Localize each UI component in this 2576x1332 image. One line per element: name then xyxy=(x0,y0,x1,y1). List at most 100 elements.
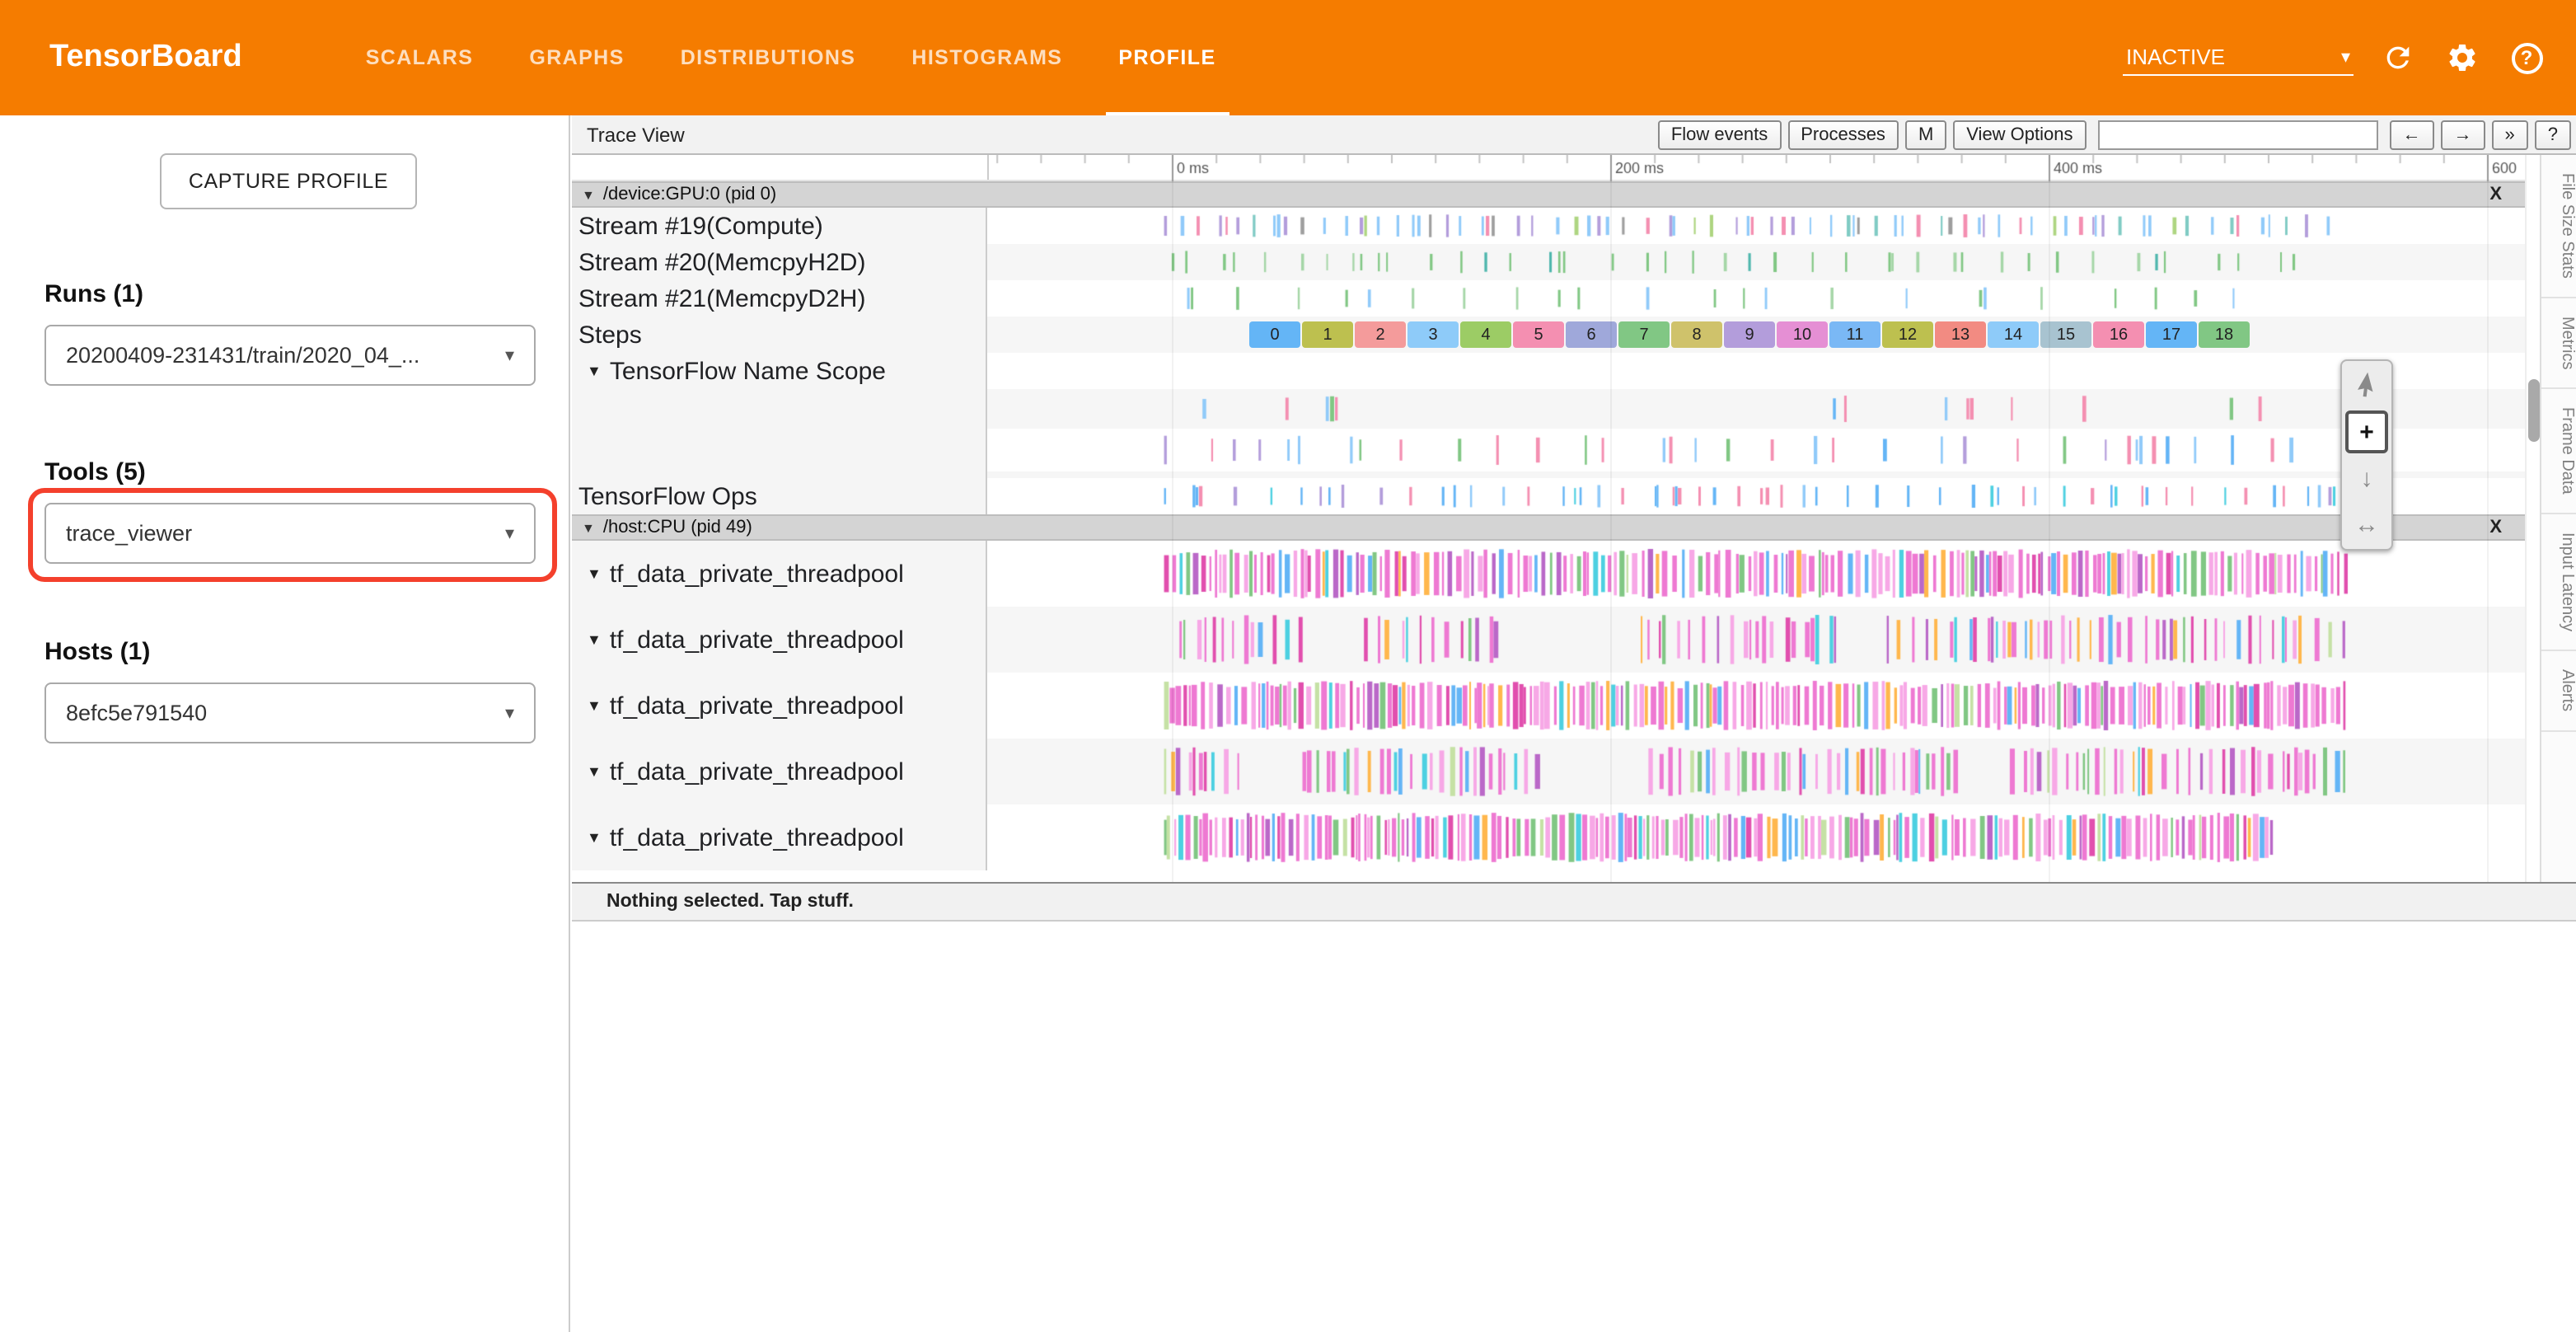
arrow-left-button[interactable]: ← xyxy=(2390,120,2434,149)
strip-tab-metrics[interactable]: Metrics xyxy=(2541,298,2576,389)
trace-marks-canvas[interactable] xyxy=(987,208,2525,244)
row-label[interactable]: Stream #20(MemcpyH2D) xyxy=(575,248,865,276)
cpu-row: ▼ tf_data_private_threadpool xyxy=(572,673,2525,739)
row-label-gutter: ▼ TensorFlow Name Scope xyxy=(572,353,987,389)
step-block[interactable]: 11 xyxy=(1829,321,1880,348)
trace-marks-canvas[interactable] xyxy=(987,673,2525,739)
timeline-ruler-canvas[interactable] xyxy=(987,155,2525,181)
step-block[interactable]: 0 xyxy=(1249,321,1300,348)
gpu-section-header[interactable]: ▼/device:GPU:0 (pid 0)X xyxy=(572,181,2525,208)
row-track xyxy=(987,607,2525,673)
trace-marks-canvas[interactable] xyxy=(987,739,2525,804)
row-label[interactable]: Stream #21(MemcpyD2H) xyxy=(575,284,865,312)
cpu-close-button[interactable]: X xyxy=(2489,518,2502,537)
collapse-icon[interactable]: ▼ xyxy=(587,565,602,582)
row-label-gutter: Stream #21(MemcpyD2H) xyxy=(572,280,987,317)
step-block[interactable]: 9 xyxy=(1724,321,1775,348)
trace-toolbar: Trace View Flow eventsProcessesMView Opt… xyxy=(572,115,2576,155)
toolbar-button-m[interactable]: M xyxy=(1905,120,1946,149)
step-block[interactable]: 6 xyxy=(1566,321,1617,348)
cpu-section-title: /host:CPU (pid 49) xyxy=(603,518,752,537)
tab-profile[interactable]: PROFILE xyxy=(1090,0,1244,115)
strip-tab-input-latency[interactable]: Input Latency xyxy=(2541,514,2576,651)
collapse-icon[interactable]: ▼ xyxy=(587,697,602,714)
step-block[interactable]: 5 xyxy=(1513,321,1564,348)
trace-marks-canvas[interactable] xyxy=(987,478,2525,514)
row-label[interactable]: tf_data_private_threadpool xyxy=(610,626,904,654)
vertical-scrollbar[interactable] xyxy=(2525,155,2540,882)
row-label[interactable]: TensorFlow Name Scope xyxy=(610,357,886,385)
step-block[interactable]: 2 xyxy=(1355,321,1406,348)
chevrons-button[interactable]: » xyxy=(2492,120,2528,149)
toolbar-button-flow-events[interactable]: Flow events xyxy=(1658,120,1781,149)
help-icon[interactable]: ? xyxy=(2507,38,2546,77)
status-dropdown[interactable]: INACTIVE ▾ xyxy=(2123,40,2354,76)
zoom-tool[interactable]: ↓ xyxy=(2345,457,2388,500)
toolbar-button-view-options[interactable]: View Options xyxy=(1953,120,2086,149)
step-block[interactable]: 7 xyxy=(1618,321,1670,348)
tab-histograms[interactable]: HISTOGRAMS xyxy=(883,0,1090,115)
tab-scalars[interactable]: SCALARS xyxy=(338,0,502,115)
tools-select[interactable]: trace_viewer ▾ xyxy=(44,503,536,564)
hosts-select[interactable]: 8efc5e791540 ▾ xyxy=(44,682,536,743)
refresh-icon[interactable] xyxy=(2378,38,2418,77)
tab-distributions[interactable]: DISTRIBUTIONS xyxy=(653,0,884,115)
cpu-row: ▼ tf_data_private_threadpool xyxy=(572,607,2525,673)
toolbar-button-processes[interactable]: Processes xyxy=(1787,120,1899,149)
row-label-gutter: ▼ tf_data_private_threadpool xyxy=(572,607,987,673)
timeline-ruler[interactable] xyxy=(572,155,2525,181)
settings-gear-icon[interactable] xyxy=(2443,38,2482,77)
trace-marks-canvas[interactable] xyxy=(987,389,2525,429)
selection-tool[interactable] xyxy=(2345,364,2388,407)
trace-marks-canvas[interactable] xyxy=(987,280,2525,317)
row-label[interactable]: tf_data_private_threadpool xyxy=(610,823,904,851)
capture-profile-button[interactable]: CAPTURE PROFILE xyxy=(160,153,417,209)
trace-search-input[interactable] xyxy=(2098,120,2378,149)
trace-marks-canvas[interactable] xyxy=(987,541,2525,607)
step-block[interactable]: 1 xyxy=(1302,321,1353,348)
caret-down-icon: ▾ xyxy=(505,345,514,366)
scrollbar-thumb[interactable] xyxy=(2528,379,2540,442)
row-label-gutter: ▼ tf_data_private_threadpool xyxy=(572,541,987,607)
row-label[interactable]: tf_data_private_threadpool xyxy=(610,757,904,786)
row-label[interactable]: tf_data_private_threadpool xyxy=(610,692,904,720)
trace-marks-canvas[interactable] xyxy=(987,244,2525,280)
row-label[interactable]: tf_data_private_threadpool xyxy=(610,560,904,588)
runs-select[interactable]: 20200409-231431/train/2020_04_... ▾ xyxy=(44,325,536,386)
step-block[interactable]: 18 xyxy=(2199,321,2250,348)
step-block[interactable]: 14 xyxy=(1988,321,2039,348)
gpu-close-button[interactable]: X xyxy=(2489,185,2502,204)
row-label-gutter: ▼ tf_data_private_threadpool xyxy=(572,739,987,804)
trace-marks-canvas[interactable] xyxy=(987,804,2525,870)
trace-marks-canvas[interactable] xyxy=(987,429,2525,471)
collapse-icon[interactable]: ▼ xyxy=(582,520,595,535)
step-block[interactable]: 17 xyxy=(2146,321,2197,348)
step-block[interactable]: 4 xyxy=(1460,321,1511,348)
step-block[interactable]: 15 xyxy=(2040,321,2091,348)
step-block[interactable]: 3 xyxy=(1407,321,1459,348)
strip-tab-alerts[interactable]: Alerts xyxy=(2541,651,2576,731)
collapse-icon[interactable]: ▼ xyxy=(587,363,602,379)
step-block[interactable]: 13 xyxy=(1935,321,1986,348)
timing-tool[interactable]: ↔ xyxy=(2345,503,2388,546)
arrow-right-button[interactable]: → xyxy=(2441,120,2485,149)
row-label[interactable]: Steps xyxy=(575,321,642,349)
tab-graphs[interactable]: GRAPHS xyxy=(501,0,652,115)
strip-tab-frame-data[interactable]: Frame Data xyxy=(2541,389,2576,514)
step-block[interactable]: 12 xyxy=(1882,321,1933,348)
collapse-icon[interactable]: ▼ xyxy=(587,631,602,648)
row-label-gutter: TensorFlow Ops xyxy=(572,478,987,514)
help-button[interactable]: ? xyxy=(2535,120,2571,149)
step-block[interactable]: 16 xyxy=(2093,321,2144,348)
collapse-icon[interactable]: ▼ xyxy=(587,763,602,780)
step-block[interactable]: 8 xyxy=(1671,321,1722,348)
collapse-icon[interactable]: ▼ xyxy=(582,187,595,202)
pan-tool[interactable]: + xyxy=(2345,410,2388,453)
trace-marks-canvas[interactable] xyxy=(987,607,2525,673)
cpu-section-header[interactable]: ▼ /host:CPU (pid 49) X xyxy=(572,514,2525,541)
step-block[interactable]: 10 xyxy=(1777,321,1828,348)
strip-tab-file-size-stats[interactable]: File Size Stats xyxy=(2541,155,2576,298)
row-label[interactable]: TensorFlow Ops xyxy=(575,482,757,510)
collapse-icon[interactable]: ▼ xyxy=(587,829,602,846)
row-label[interactable]: Stream #19(Compute) xyxy=(575,212,823,240)
